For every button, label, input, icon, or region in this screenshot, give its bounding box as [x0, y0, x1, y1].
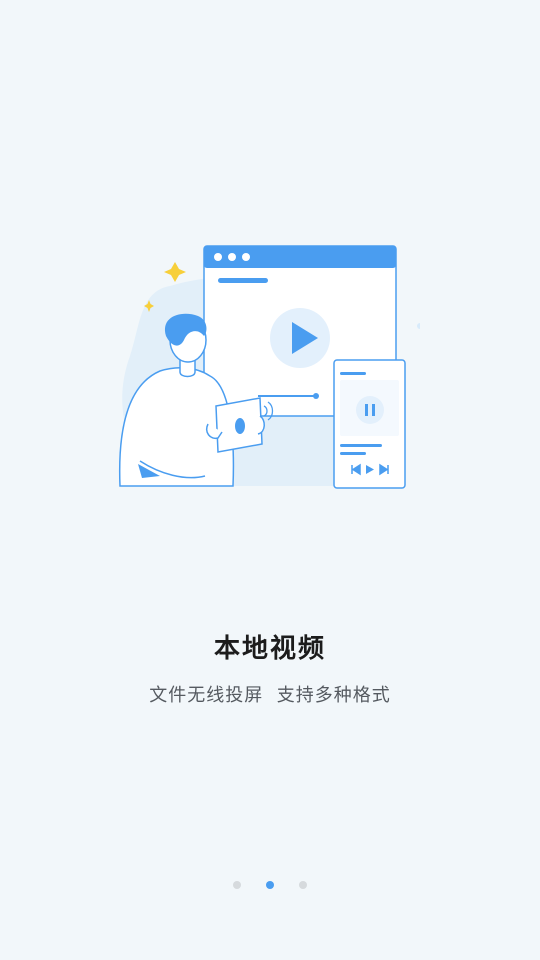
pager-dot[interactable]	[299, 881, 307, 889]
onboarding-page: 本地视频 文件无线投屏 支持多种格式	[0, 0, 540, 960]
page-title: 本地视频	[213, 634, 326, 664]
page-subtitle: 文件无线投屏 支持多种格式	[149, 685, 391, 706]
phone-player-icon	[333, 359, 406, 489]
video-cast-illustration	[100, 236, 423, 496]
pager-indicator	[0, 881, 540, 891]
pager-dot[interactable]	[233, 881, 241, 889]
pager-dot-active[interactable]	[266, 881, 274, 889]
